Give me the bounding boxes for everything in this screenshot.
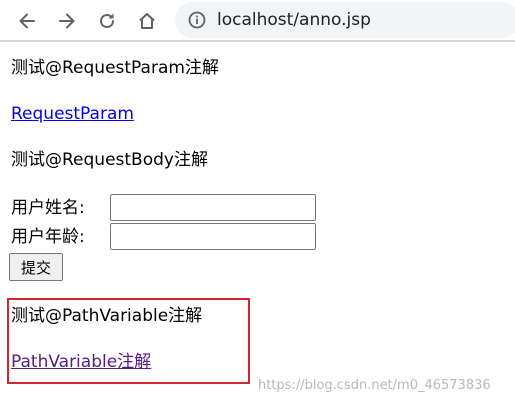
username-input[interactable] xyxy=(110,194,316,221)
home-button[interactable] xyxy=(131,5,163,37)
back-button[interactable] xyxy=(11,5,43,37)
request-body-heading: 测试@RequestBody注解 xyxy=(11,150,208,170)
age-label: 用户年龄: xyxy=(11,227,85,247)
watermark: https://blog.csdn.net/m0_46573836 xyxy=(258,378,491,393)
forward-arrow-icon xyxy=(59,13,75,29)
age-input[interactable] xyxy=(110,223,316,250)
reload-button[interactable] xyxy=(91,5,123,37)
back-arrow-icon xyxy=(19,13,35,29)
address-bar[interactable]: localhost/anno.jsp xyxy=(175,2,515,38)
forward-button[interactable] xyxy=(51,5,83,37)
browser-toolbar: localhost/anno.jsp xyxy=(0,0,515,42)
submit-button[interactable]: 提交 xyxy=(9,253,63,281)
reload-icon xyxy=(100,13,115,29)
request-param-heading: 测试@RequestParam注解 xyxy=(11,58,219,78)
username-label: 用户姓名: xyxy=(11,198,85,218)
info-icon[interactable] xyxy=(188,11,206,29)
page-content: 测试@RequestParam注解 RequestParam 测试@Reques… xyxy=(0,43,515,409)
path-variable-link[interactable]: PathVariable注解 xyxy=(11,351,151,373)
home-icon xyxy=(139,13,155,29)
path-variable-heading: 测试@PathVariable注解 xyxy=(11,306,203,326)
url-text[interactable]: localhost/anno.jsp xyxy=(217,2,371,38)
request-param-link[interactable]: RequestParam xyxy=(11,103,134,125)
